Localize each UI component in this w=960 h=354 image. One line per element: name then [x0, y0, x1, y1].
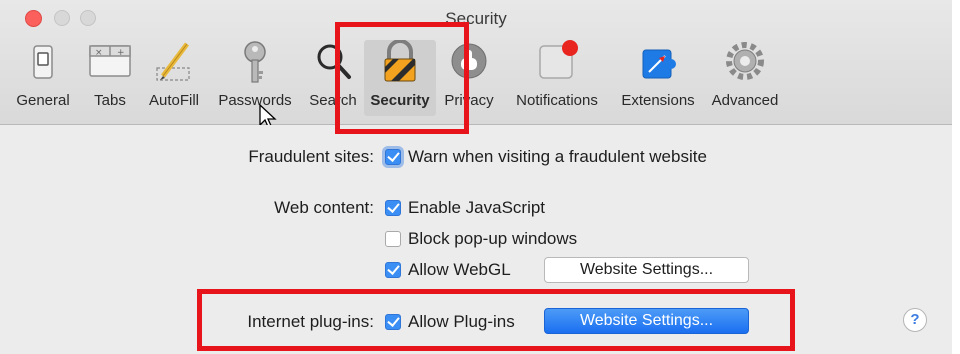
- tabs-icon: × +: [89, 45, 131, 77]
- toolbar-item-autofill[interactable]: AutoFill: [140, 40, 208, 116]
- allow-webgl-checkbox[interactable]: [385, 262, 401, 278]
- security-pane: Fraudulent sites: Warn when visiting a f…: [0, 125, 952, 354]
- toolbar-item-notifications[interactable]: Notifications: [503, 40, 611, 116]
- toolbar-label-general: General: [16, 92, 70, 109]
- toolbar-item-passwords[interactable]: Passwords: [210, 40, 300, 116]
- key-icon: [244, 41, 266, 83]
- allow-webgl-label: Allow WebGL: [408, 260, 511, 279]
- toolbar-label-passwords: Passwords: [218, 92, 292, 109]
- toolbar-label-privacy: Privacy: [444, 92, 494, 109]
- window-title: Security: [445, 9, 507, 28]
- block-popups-checkbox[interactable]: [385, 231, 401, 247]
- internet-plugins-label: Internet plug-ins:: [247, 312, 374, 331]
- warn-fraudulent-label: Warn when visiting a fraudulent website: [408, 147, 707, 166]
- plugins-website-settings-button[interactable]: Website Settings...: [544, 308, 749, 334]
- svg-text:+: +: [117, 48, 125, 58]
- web-content-label: Web content:: [274, 198, 374, 217]
- toolbar-item-search[interactable]: Search: [301, 40, 365, 116]
- toolbar-item-security[interactable]: Security: [364, 40, 436, 116]
- enable-javascript-label: Enable JavaScript: [408, 198, 546, 217]
- toolbar-label-notifications: Notifications: [516, 92, 598, 109]
- toolbar-label-search: Search: [309, 92, 357, 109]
- toolbar-label-autofill: AutoFill: [148, 92, 200, 109]
- preferences-window: Security General × + Tabs AutoFill Passw…: [0, 0, 952, 354]
- toolbar-item-general[interactable]: General: [0, 40, 86, 116]
- toolbar-label-tabs: Tabs: [94, 92, 126, 109]
- toolbar-label-security: Security: [370, 92, 430, 109]
- help-button[interactable]: ?: [903, 308, 927, 332]
- enable-javascript-checkbox[interactable]: [385, 200, 401, 216]
- block-popups-label: Block pop-up windows: [408, 229, 578, 248]
- privacy-hand-icon: [451, 43, 487, 79]
- toolbar-item-tabs[interactable]: × + Tabs: [86, 40, 134, 116]
- padlock-icon: [384, 40, 416, 82]
- toolbar-item-privacy[interactable]: Privacy: [437, 40, 501, 116]
- notifications-icon: [539, 40, 578, 79]
- gear-icon: [726, 42, 764, 80]
- allow-plugins-checkbox[interactable]: [385, 314, 401, 330]
- autofill-pencil-icon: [156, 42, 190, 81]
- toolbar-label-advanced: Advanced: [711, 92, 779, 109]
- warn-fraudulent-checkbox[interactable]: [385, 149, 401, 165]
- titlebar-toolbar: Security General × + Tabs AutoFill Passw…: [0, 0, 952, 125]
- toolbar-label-extensions: Extensions: [621, 92, 695, 109]
- svg-text:×: ×: [95, 48, 103, 58]
- magnifier-icon: [317, 44, 351, 79]
- toolbar-item-extensions[interactable]: Extensions: [612, 40, 704, 116]
- fraudulent-sites-label: Fraudulent sites:: [248, 147, 374, 166]
- webgl-website-settings-button[interactable]: Website Settings...: [544, 257, 749, 283]
- toolbar-item-advanced[interactable]: Advanced: [704, 40, 786, 116]
- allow-plugins-label: Allow Plug-ins: [408, 312, 515, 331]
- extensions-puzzle-icon: [642, 49, 676, 79]
- general-switch-icon: [33, 45, 53, 79]
